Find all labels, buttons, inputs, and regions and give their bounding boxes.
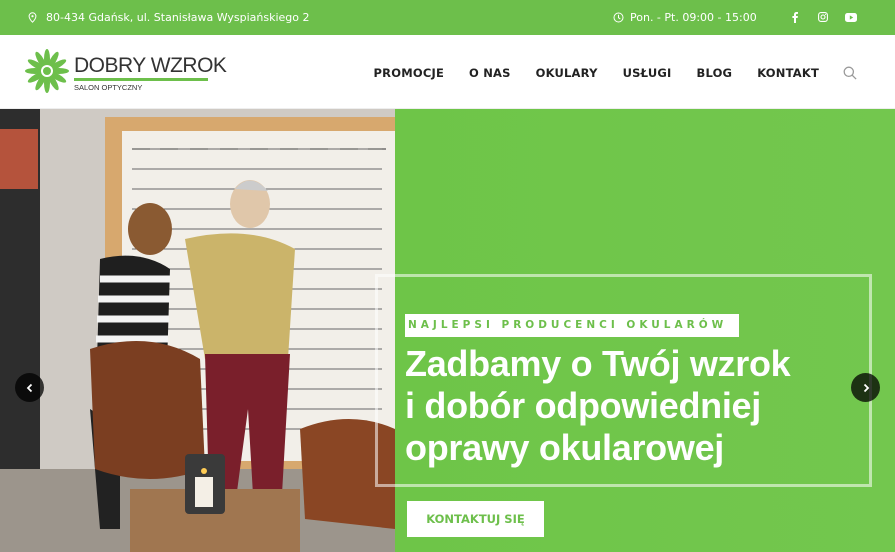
headline-line-3: oprawy okularowej [405,427,724,468]
nav-item-uslugi[interactable]: USŁUGI [623,66,672,80]
facebook-icon[interactable] [788,10,802,24]
main-nav: PROMOCJE O NAS OKULARY USŁUGI BLOG KONTA… [349,65,859,81]
nav-item-kontakt[interactable]: KONTAKT [757,66,819,80]
top-bar: 80-434 Gdańsk, ul. Stanisława Wyspiański… [0,0,895,35]
nav-item-promocje[interactable]: PROMOCJE [374,66,444,80]
store-photo [0,109,395,552]
hero-tagline: NAJLEPSI PRODUCENCI OKULARÓW [405,314,740,337]
chevron-left-icon [26,383,32,392]
clock-icon [612,12,624,24]
logo-text: DOBRY WZROK SALON OPTYCZNY [74,53,227,92]
opening-hours: Pon. - Pt. 09:00 - 15:00 [612,11,757,24]
headline-line-1: Zadbamy o Twój wzrok [405,343,791,384]
youtube-icon[interactable] [844,10,858,24]
nav-item-okulary[interactable]: OKULARY [536,66,598,80]
sun-logo-icon [24,48,70,98]
address-text: 80-434 Gdańsk, ul. Stanisława Wyspiański… [46,11,310,24]
nav-item-blog[interactable]: BLOG [696,66,732,80]
logo-underline [74,77,208,81]
logo[interactable]: DOBRY WZROK SALON OPTYCZNY [24,48,227,98]
headline-line-2: i dobór odpowiedniej [405,385,761,426]
site-header: DOBRY WZROK SALON OPTYCZNY PROMOCJE O NA… [0,35,895,109]
hero-headline: Zadbamy o Twój wzrok i dobór odpowiednie… [405,343,875,469]
nav-item-o-nas[interactable]: O NAS [469,66,511,80]
search-icon[interactable] [843,65,859,81]
slider-prev-button[interactable] [15,373,44,402]
address-block: 80-434 Gdańsk, ul. Stanisława Wyspiański… [26,11,310,24]
location-pin-icon [26,12,38,24]
hero-slider: NAJLEPSI PRODUCENCI OKULARÓW Zadbamy o T… [0,109,895,552]
contact-button[interactable]: KONTAKTUJ SIĘ [407,501,544,537]
slider-next-button[interactable] [851,373,880,402]
instagram-icon[interactable] [816,10,830,24]
hours-text: Pon. - Pt. 09:00 - 15:00 [630,11,757,24]
chevron-right-icon [863,383,869,392]
logo-name: DOBRY WZROK [74,53,227,77]
social-links [788,10,858,24]
logo-subtitle: SALON OPTYCZNY [74,82,143,92]
